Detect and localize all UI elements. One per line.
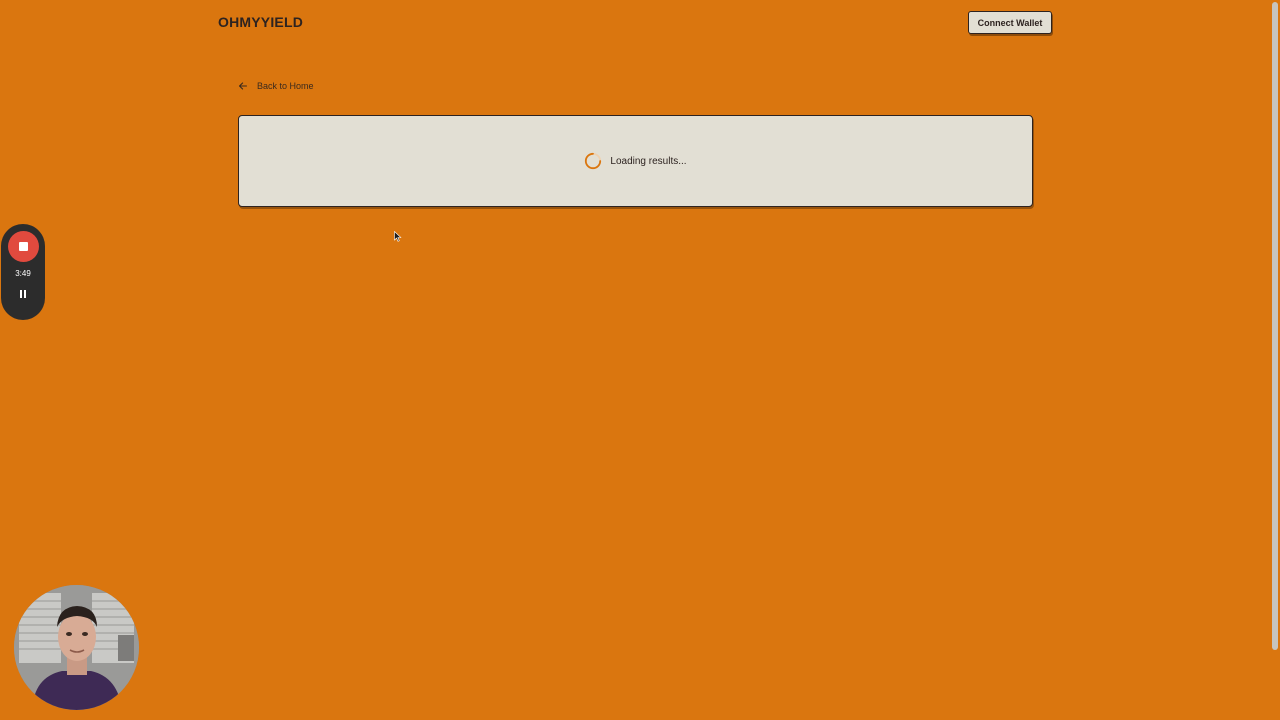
recording-timer: 3:49 [15,269,31,278]
recording-controls: 3:49 [1,224,45,320]
webcam-preview [14,585,139,710]
mouse-cursor-icon [394,231,402,242]
spinner-icon [585,152,602,170]
page-scrollbar[interactable] [1272,2,1278,650]
arrow-left-icon [238,82,248,90]
connect-wallet-button[interactable]: Connect Wallet [968,11,1052,34]
back-to-home-label: Back to Home [257,81,314,91]
page: OHMYYIELD Connect Wallet Back to Home Lo… [0,0,1280,720]
pause-icon-bar [24,290,26,298]
results-card: Loading results... [238,115,1033,207]
stop-icon [18,242,28,251]
webcam-image [14,585,139,710]
site-logo[interactable]: OHMYYIELD [218,14,303,30]
loading-message: Loading results... [610,155,687,167]
stop-recording-button[interactable] [7,231,39,262]
back-to-home-link[interactable]: Back to Home [238,81,314,91]
pause-icon [20,290,22,298]
pause-recording-button[interactable] [16,287,30,301]
